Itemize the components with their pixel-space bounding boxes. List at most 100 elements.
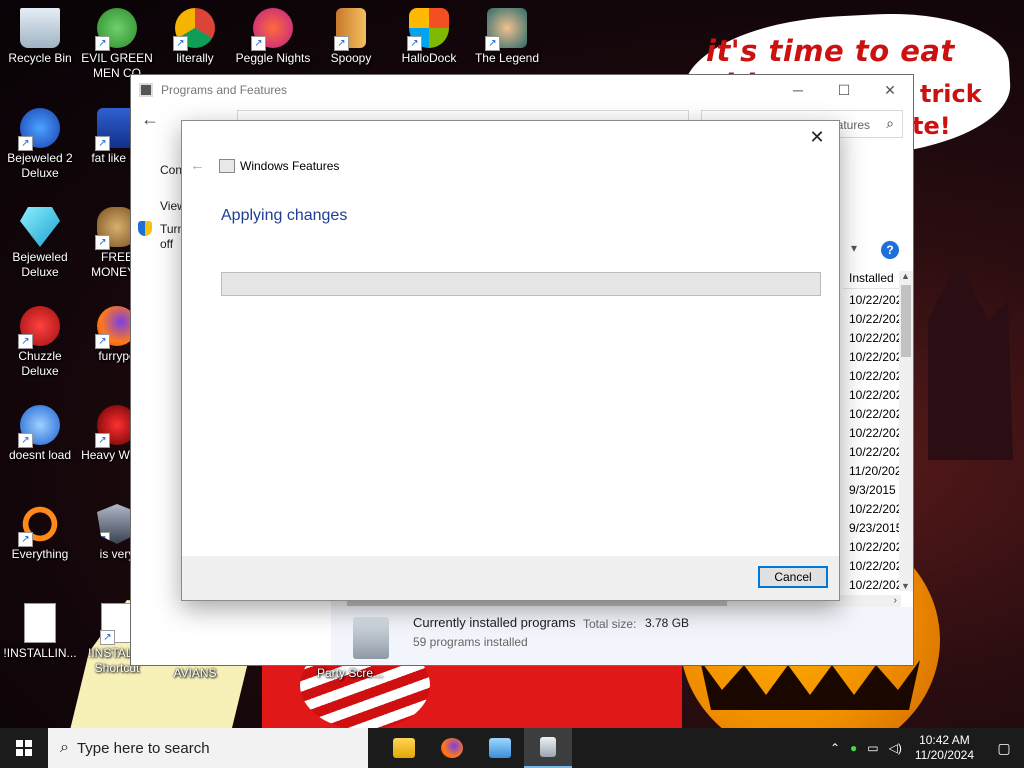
scroll-up-icon[interactable]: ▲ xyxy=(901,271,910,281)
search-placeholder: atures xyxy=(836,118,870,132)
windows-features-icon xyxy=(219,159,235,173)
install-date: 10/22/202 xyxy=(849,426,901,440)
desktop-icon-evil-green-men[interactable]: EVIL GREEN MEN CO xyxy=(77,8,157,81)
start-button[interactable] xyxy=(0,728,48,768)
install-date: 10/22/202 xyxy=(849,369,901,383)
clock-date: 11/20/2024 xyxy=(914,748,974,762)
desktop-icon-chuzzle[interactable]: Chuzzle Deluxe xyxy=(0,306,80,379)
progress-bar xyxy=(221,272,821,296)
sidebar-link-off[interactable]: off xyxy=(160,237,173,251)
desktop-icon-bejeweled[interactable]: Bejeweled Deluxe xyxy=(0,207,80,280)
taskbar-control-panel[interactable] xyxy=(476,728,524,768)
desktop-icon-literally[interactable]: literally xyxy=(155,8,235,66)
maximize-icon[interactable]: ☐ xyxy=(821,75,867,105)
desktop-icon-hallodock[interactable]: HalloDock xyxy=(389,8,469,66)
speech-bubble-fragment: te! xyxy=(912,112,951,140)
installed-on-column-header[interactable]: Installed xyxy=(843,267,899,289)
install-date: 10/22/202 xyxy=(849,578,901,592)
control-panel-icon xyxy=(139,83,153,97)
notification-icon[interactable]: ▢ xyxy=(984,740,1024,757)
search-icon: ⌕ xyxy=(886,115,894,131)
install-date: 10/22/202 xyxy=(849,540,901,554)
install-date: 9/3/2015 xyxy=(849,483,896,497)
install-date-column: 10/22/202 10/22/202 10/22/202 10/22/202 … xyxy=(849,291,901,595)
close-icon[interactable]: ✕ xyxy=(803,125,831,149)
recycle-bin-icon xyxy=(20,8,60,48)
taskbar-installer[interactable] xyxy=(524,728,572,768)
desktop-icon-party-screen[interactable]: Party Scre... xyxy=(310,666,390,681)
back-arrow-icon[interactable]: ← xyxy=(141,109,159,130)
view-options-icon[interactable]: ▾ xyxy=(851,241,857,255)
character-icon xyxy=(485,8,527,51)
desktop-icon-bejeweled-2[interactable]: Bejeweled 2 Deluxe xyxy=(0,108,80,181)
speech-bubble-fragment: trick xyxy=(920,80,982,108)
desktop-icon-label: HalloDock xyxy=(401,51,457,65)
install-date: 9/23/2015 xyxy=(849,521,901,535)
chevron-up-icon[interactable]: ⌃ xyxy=(830,741,840,755)
install-date: 10/22/202 xyxy=(849,293,901,307)
clock[interactable]: 10:42 AM 11/20/2024 xyxy=(915,733,974,763)
clock-time: 10:42 AM xyxy=(919,733,970,747)
scrollbar-thumb[interactable] xyxy=(901,285,911,357)
thunderbird-icon xyxy=(18,405,60,448)
people-icon[interactable]: ● xyxy=(850,741,857,755)
desktop-icon-avians[interactable]: AVIANS xyxy=(155,666,235,681)
desktop-icon-label: Bejeweled 2 Deluxe xyxy=(7,151,73,180)
desktop-icon-label: Bejeweled Deluxe xyxy=(12,250,68,279)
chrome-icon xyxy=(173,8,215,51)
installer-icon xyxy=(540,737,556,757)
taskbar: ⌕ Type here to search ⌃ ● ▭ ◁) 10:42 AM … xyxy=(0,728,1024,768)
scroll-right-icon[interactable]: › xyxy=(894,595,897,606)
close-icon[interactable]: ✕ xyxy=(867,75,913,105)
total-size-label: Total size: xyxy=(583,617,637,631)
shield-icon xyxy=(407,8,449,51)
folder-icon xyxy=(393,738,415,758)
desktop-icon-label: Everything xyxy=(11,547,69,561)
uac-shield-icon xyxy=(138,221,152,236)
program-count: 59 programs installed xyxy=(413,635,528,649)
desktop-icon-recycle-bin[interactable]: Recycle Bin xyxy=(0,8,80,66)
desktop-icon-spoopy[interactable]: Spoopy xyxy=(311,8,391,66)
bejeweled-2-icon xyxy=(18,108,60,151)
desktop-icon-label: AVIANS xyxy=(173,666,217,680)
desktop-icon-label: Recycle Bin xyxy=(8,51,72,65)
green-men-icon xyxy=(95,8,137,51)
total-size-value: 3.78 GB xyxy=(645,616,690,630)
text-file-icon xyxy=(24,603,56,643)
desktop-icon-everything[interactable]: Everything xyxy=(0,504,80,562)
taskbar-firefox[interactable] xyxy=(428,728,476,768)
status-panel: Currently installed programs Total size:… xyxy=(331,607,913,665)
desktop-icon-the-legend[interactable]: The Legend xyxy=(467,8,547,66)
network-icon[interactable]: ▭ xyxy=(867,741,878,755)
taskbar-search-box[interactable]: ⌕ Type here to search xyxy=(48,728,368,768)
chuzzle-icon xyxy=(18,306,60,349)
desktop-icon-label: The Legend xyxy=(474,51,540,65)
desktop-icon-label: Chuzzle Deluxe xyxy=(18,349,62,378)
windows-logo-icon xyxy=(16,740,32,756)
desktop-icon-label: Spoopy xyxy=(330,51,372,65)
install-date: 11/20/202 xyxy=(849,464,901,478)
dialog-heading: Applying changes xyxy=(221,207,348,224)
firefox-icon xyxy=(441,738,463,758)
desktop-icon-installing[interactable]: !INSTALLIN... xyxy=(0,603,80,661)
install-date: 10/22/202 xyxy=(849,388,901,402)
back-arrow-icon[interactable]: ← xyxy=(190,157,205,174)
help-icon[interactable]: ? xyxy=(881,241,899,259)
scroll-down-icon[interactable]: ▼ xyxy=(901,581,910,591)
minimize-icon[interactable]: ─ xyxy=(775,75,821,105)
desktop-icon-peggle-nights[interactable]: Peggle Nights xyxy=(233,8,313,66)
text-file-icon xyxy=(100,603,133,645)
vertical-scrollbar[interactable]: ▲ ▼ xyxy=(899,271,913,591)
install-date: 10/22/202 xyxy=(849,331,901,345)
taskbar-file-explorer[interactable] xyxy=(380,728,428,768)
desktop-icon-doesnt-load[interactable]: doesnt load xyxy=(0,405,80,463)
install-date: 10/22/202 xyxy=(849,407,901,421)
install-date: 10/22/202 xyxy=(849,559,901,573)
volume-icon[interactable]: ◁) xyxy=(889,741,902,755)
folder-icon xyxy=(334,8,366,51)
install-date: 10/22/202 xyxy=(849,502,901,516)
cancel-button[interactable]: Cancel xyxy=(758,566,828,588)
dialog-title: Windows Features xyxy=(240,159,340,173)
desktop-icon-label: doesnt load xyxy=(8,448,72,462)
peggle-icon xyxy=(251,8,293,51)
